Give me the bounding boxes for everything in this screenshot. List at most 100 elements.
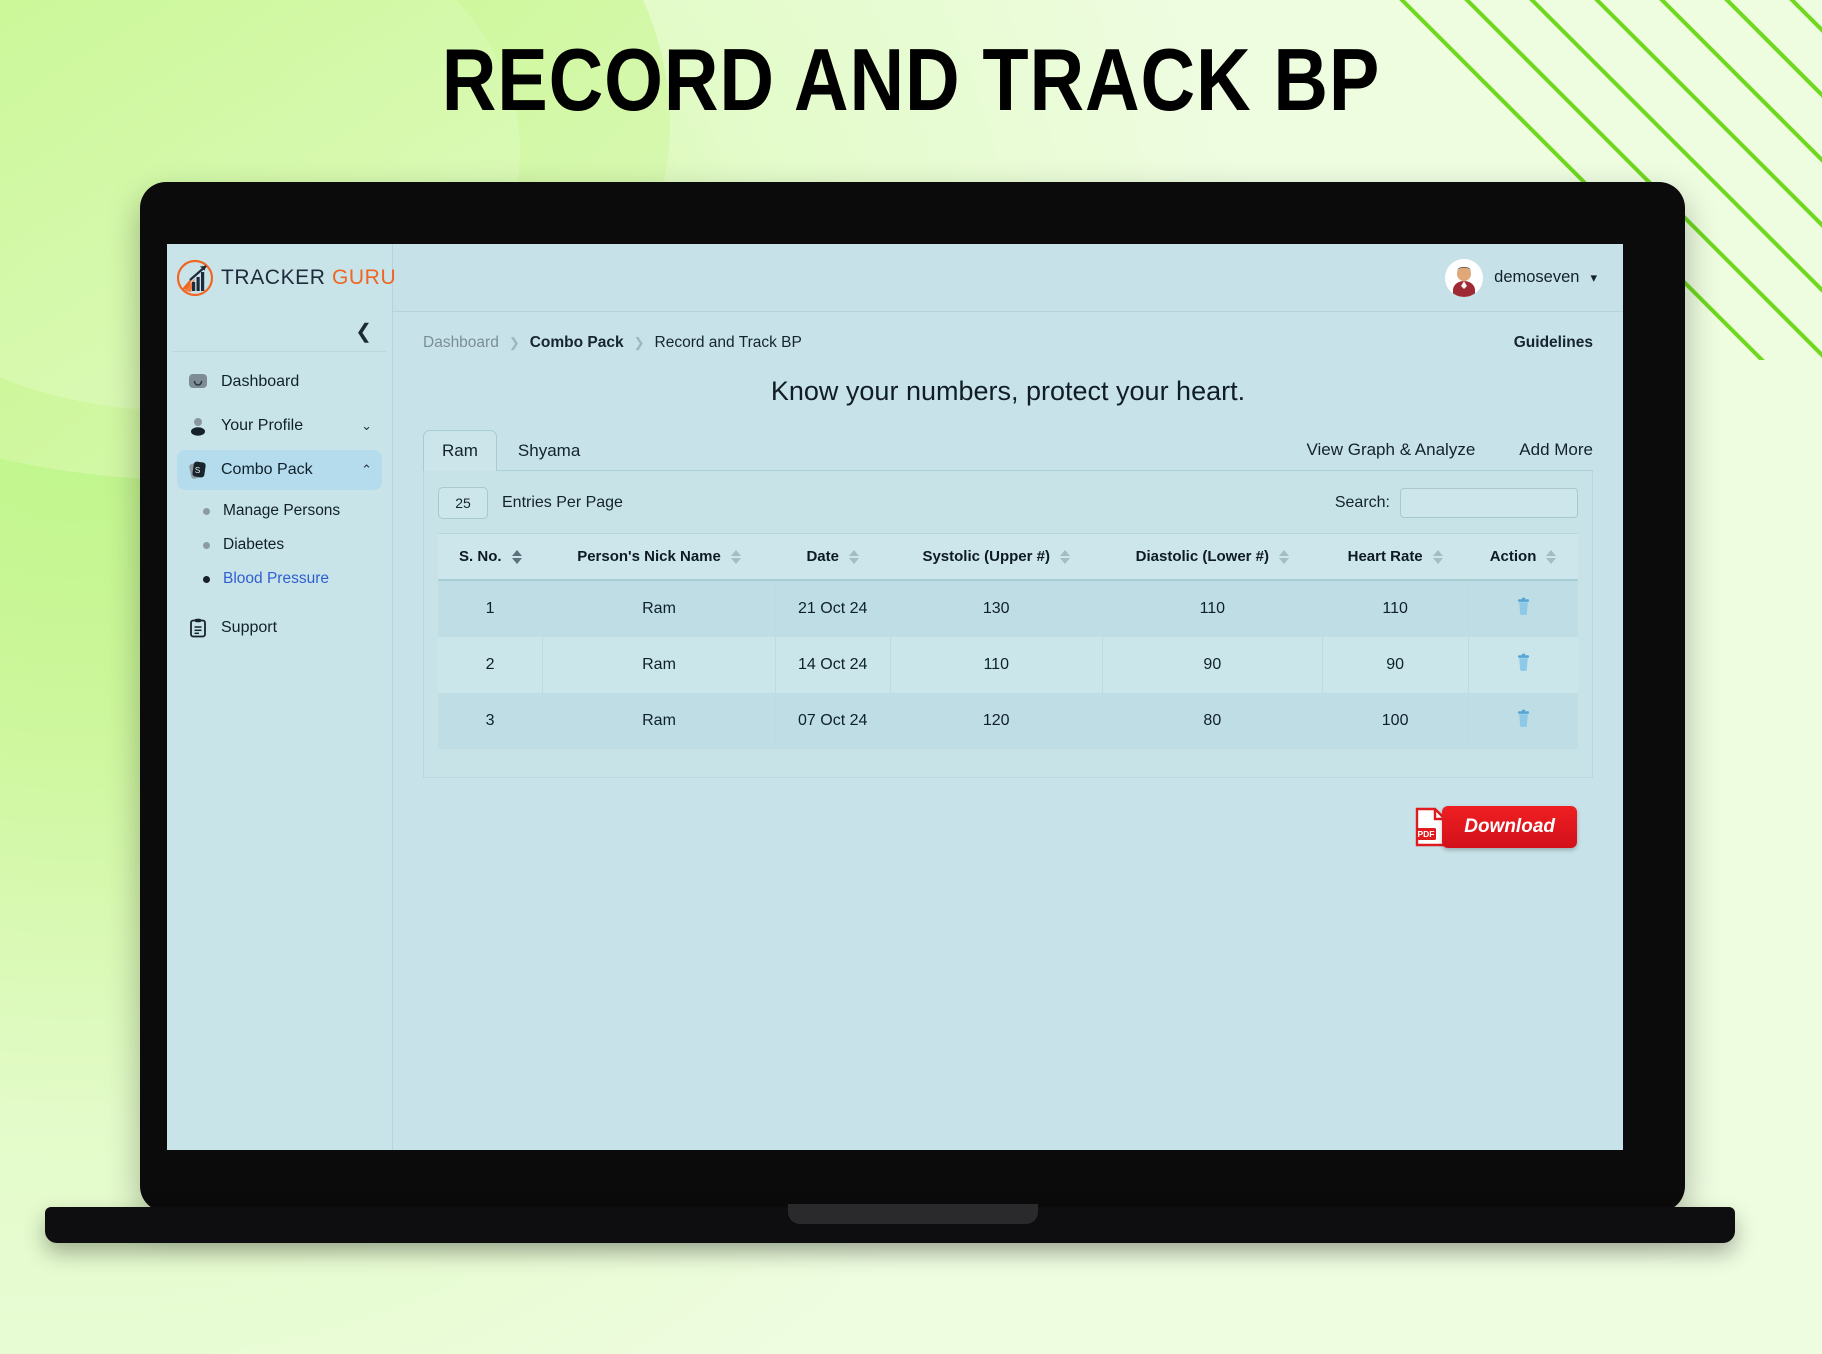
bullet-icon: [203, 541, 210, 549]
column-header-systolic[interactable]: Systolic (Upper #): [890, 533, 1103, 581]
cell-action: [1467, 580, 1578, 637]
cell-heart-rate: 110: [1321, 580, 1469, 637]
brand-name-part2: GURU: [331, 266, 397, 289]
sort-icon[interactable]: [511, 549, 522, 564]
chevron-down-icon[interactable]: ⌄: [361, 418, 372, 434]
table-header-row: S. No. Person's Nick Name Date Systolic …: [438, 533, 1578, 581]
main-area: demoseven ▾ Dashboard ❯ Combo Pack ❯ Rec…: [393, 244, 1623, 1150]
sidebar-item-label: Support: [221, 619, 278, 636]
sidebar-subitem-manage-persons[interactable]: Manage Persons: [195, 494, 392, 528]
trash-icon[interactable]: [1515, 653, 1532, 677]
bullet-icon: [203, 507, 210, 515]
sidebar-subitem-blood-pressure[interactable]: Blood Pressure: [195, 562, 392, 596]
sort-icon[interactable]: [1279, 549, 1289, 564]
dashboard-icon: [187, 371, 209, 393]
user-icon: [187, 415, 209, 437]
user-name[interactable]: demoseven: [1494, 268, 1579, 287]
cell-date: 21 Oct 24: [774, 580, 891, 637]
brand-name: TRACKER GURU: [221, 266, 396, 290]
cell-date: 07 Oct 24: [774, 693, 891, 749]
laptop-screen: TRACKER GURU ❮ Dashboard Your Profile ⌄ …: [167, 244, 1623, 1150]
breadcrumb-item-combo-pack[interactable]: Combo Pack: [530, 334, 624, 352]
breadcrumb-item-dashboard[interactable]: Dashboard: [423, 334, 499, 352]
chevron-down-icon[interactable]: ▾: [1590, 270, 1597, 286]
cell-diastolic: 110: [1101, 580, 1323, 637]
table-head: S. No. Person's Nick Name Date Systolic …: [438, 533, 1578, 581]
column-label: Systolic (Upper #): [922, 548, 1050, 565]
cell-heart-rate: 90: [1321, 637, 1469, 693]
app-window: TRACKER GURU ❮ Dashboard Your Profile ⌄ …: [167, 244, 1623, 1150]
column-label: Date: [806, 548, 839, 565]
brand-logo-area[interactable]: TRACKER GURU: [167, 244, 396, 312]
sort-icon[interactable]: [730, 549, 741, 564]
guidelines-link[interactable]: Guidelines: [1514, 334, 1593, 352]
cell-s-no: 2: [438, 637, 543, 693]
svg-text:PDF: PDF: [1418, 829, 1435, 839]
chevron-double-left-icon[interactable]: ❮: [355, 322, 372, 342]
table-row: 1 Ram 21 Oct 24 130 110 110: [438, 580, 1578, 637]
cell-systolic: 120: [889, 693, 1103, 749]
column-label: Person's Nick Name: [577, 548, 721, 565]
view-graph-analyze-button[interactable]: View Graph & Analyze: [1306, 440, 1475, 460]
cell-s-no: 1: [438, 580, 543, 637]
column-header-date[interactable]: Date: [775, 533, 891, 581]
bullet-icon: [203, 575, 210, 583]
add-more-button[interactable]: Add More: [1519, 440, 1593, 460]
entries-per-page-label: Entries Per Page: [502, 494, 623, 511]
sidebar-subitem-diabetes[interactable]: Diabetes: [195, 528, 392, 562]
sidebar-item-label: Dashboard: [221, 373, 300, 390]
download-group: PDF Download: [1414, 806, 1577, 848]
sidebar-item-support[interactable]: Support: [177, 608, 382, 648]
table-actions: View Graph & Analyze Add More: [1306, 440, 1593, 470]
sidebar-collapse-row: ❮: [173, 312, 386, 352]
breadcrumb-separator-icon: ❯: [508, 335, 520, 350]
breadcrumb: Dashboard ❯ Combo Pack ❯ Record and Trac…: [423, 334, 802, 352]
avatar[interactable]: [1445, 258, 1484, 297]
column-header-nick-name[interactable]: Person's Nick Name: [542, 533, 776, 581]
entries-per-page-select[interactable]: 25: [438, 487, 488, 519]
cell-diastolic: 80: [1101, 693, 1323, 749]
sidebar-subitem-label: Diabetes: [223, 536, 285, 553]
cell-systolic: 110: [889, 637, 1103, 693]
sort-icon[interactable]: [848, 549, 859, 564]
cell-date: 14 Oct 24: [774, 637, 891, 693]
page-content: Dashboard ❯ Combo Pack ❯ Record and Trac…: [393, 312, 1623, 1150]
tab-ram[interactable]: Ram: [423, 430, 497, 471]
sort-icon[interactable]: [1059, 549, 1070, 564]
cell-action: [1467, 637, 1578, 693]
table-body: 1 Ram 21 Oct 24 130 110 110 2 Ram 14 Oct…: [438, 580, 1578, 749]
column-header-s-no[interactable]: S. No.: [438, 533, 543, 581]
column-header-heart-rate[interactable]: Heart Rate: [1322, 533, 1469, 581]
cell-nick-name: Ram: [542, 580, 776, 637]
download-row: PDF Download: [423, 806, 1593, 848]
sidebar-item-dashboard[interactable]: Dashboard: [177, 362, 382, 402]
sidebar-item-label: Your Profile: [221, 417, 304, 434]
column-label: Heart Rate: [1347, 548, 1423, 565]
chevron-up-icon[interactable]: ⌃: [361, 462, 372, 478]
trash-icon[interactable]: [1515, 709, 1532, 733]
breadcrumb-row: Dashboard ❯ Combo Pack ❯ Record and Trac…: [423, 334, 1593, 352]
cell-nick-name: Ram: [542, 693, 776, 749]
sidebar-subitem-label: Manage Persons: [223, 502, 341, 519]
laptop-trackpad-notch: [787, 1204, 1038, 1224]
promo-background: RECORD AND TRACK BP TRACKER GURU ❮ Dashb…: [0, 0, 1822, 1354]
sidebar-item-label: Combo Pack: [221, 461, 313, 478]
column-header-action[interactable]: Action: [1468, 533, 1578, 581]
combo-pack-icon: S: [187, 459, 209, 481]
table-panel: 25 Entries Per Page Search: S. No. Perso…: [423, 471, 1593, 778]
sidebar: TRACKER GURU ❮ Dashboard Your Profile ⌄ …: [167, 244, 396, 1150]
trash-icon[interactable]: [1515, 597, 1532, 621]
column-header-diastolic[interactable]: Diastolic (Lower #): [1102, 533, 1323, 581]
cell-nick-name: Ram: [542, 637, 776, 693]
chart-arrow-logo-icon: [175, 258, 215, 298]
tab-shyama[interactable]: Shyama: [499, 430, 599, 471]
sidebar-item-combo-pack[interactable]: S Combo Pack ⌃: [177, 450, 382, 490]
sidebar-subitem-label: Blood Pressure: [223, 570, 329, 587]
sort-icon[interactable]: [1432, 549, 1443, 564]
download-button[interactable]: Download: [1442, 806, 1577, 848]
search-input[interactable]: [1400, 488, 1578, 518]
cell-s-no: 3: [438, 693, 543, 749]
sidebar-item-your-profile[interactable]: Your Profile ⌄: [177, 406, 382, 446]
sort-icon[interactable]: [1546, 549, 1557, 564]
breadcrumb-item-record-and-track-bp: Record and Track BP: [654, 334, 802, 351]
